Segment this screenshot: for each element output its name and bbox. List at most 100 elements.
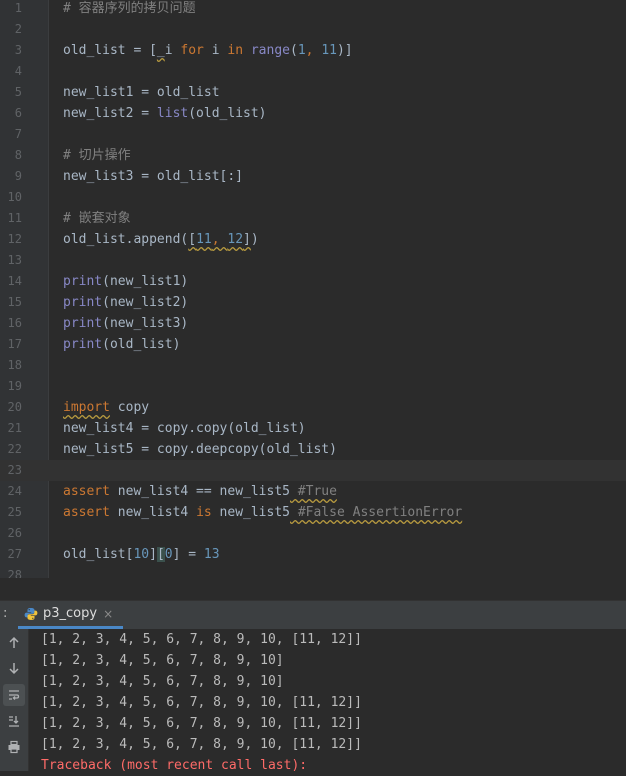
code-line[interactable]: 26 bbox=[0, 523, 626, 544]
code-token: # 切片操作 bbox=[63, 148, 131, 163]
code-line[interactable]: 9 new_list3 = old_list[:] bbox=[0, 166, 626, 187]
code-line[interactable]: 8 # 切片操作 bbox=[0, 145, 626, 166]
code-token: assert bbox=[63, 484, 110, 499]
code-token: )] bbox=[336, 43, 353, 58]
scroll-to-end-icon[interactable] bbox=[3, 710, 25, 732]
up-arrow-icon[interactable] bbox=[3, 632, 25, 654]
code-line[interactable]: 1 # 容器序列的拷贝问题 bbox=[0, 0, 626, 19]
print-icon[interactable] bbox=[3, 736, 25, 758]
code-line[interactable]: 7 bbox=[0, 124, 626, 145]
code-token: (old_list) bbox=[188, 106, 267, 121]
code-token: # 嵌套对象 bbox=[63, 211, 131, 226]
code-token: _ bbox=[156, 43, 165, 58]
code-token: old_list[ bbox=[63, 547, 134, 562]
code-token: (new_list1) bbox=[102, 274, 189, 289]
line-number: 5 bbox=[14, 85, 22, 99]
line-number: 19 bbox=[7, 379, 22, 393]
soft-wrap-icon[interactable] bbox=[3, 684, 25, 706]
line-number: 12 bbox=[7, 232, 22, 246]
code-token: (old_list) bbox=[102, 337, 181, 352]
code-token: , bbox=[305, 43, 322, 58]
line-number: 23 bbox=[7, 463, 22, 477]
code-text: print(new_list3) bbox=[63, 313, 188, 334]
tab-p3-copy[interactable]: p3_copy × bbox=[18, 601, 124, 629]
code-text: new_list2 = list(old_list) bbox=[63, 103, 267, 124]
code-text: print(old_list) bbox=[63, 334, 180, 355]
code-line[interactable]: 15 print(new_list2) bbox=[0, 292, 626, 313]
code-text: print(new_list2) bbox=[63, 292, 188, 313]
code-token: new_list5 bbox=[211, 505, 290, 520]
code-line[interactable]: 22 new_list5 = copy.deepcopy(old_list) bbox=[0, 439, 626, 460]
code-line[interactable]: 27 old_list[10][0] = 13 bbox=[0, 544, 626, 565]
code-line[interactable]: 23 bbox=[0, 460, 626, 481]
code-text: new_list5 = copy.deepcopy(old_list) bbox=[63, 439, 337, 460]
code-line[interactable]: 28 bbox=[0, 565, 626, 578]
code-line[interactable]: 11 # 嵌套对象 bbox=[0, 208, 626, 229]
console-output-line: [1, 2, 3, 4, 5, 6, 7, 8, 9, 10, [11, 12]… bbox=[41, 695, 362, 710]
code-token: [ bbox=[188, 232, 197, 247]
code-text: new_list4 = copy.copy(old_list) bbox=[63, 418, 306, 439]
code-token: print bbox=[63, 274, 103, 289]
console-output-line: [1, 2, 3, 4, 5, 6, 7, 8, 9, 10] bbox=[41, 653, 284, 668]
code-token: 10 bbox=[133, 547, 150, 562]
code-token: 11 bbox=[321, 43, 337, 58]
line-number: 22 bbox=[7, 442, 22, 456]
code-text: new_list1 = old_list bbox=[63, 82, 220, 103]
console-output-line: [1, 2, 3, 4, 5, 6, 7, 8, 9, 10, [11, 12]… bbox=[41, 737, 362, 752]
code-text: print(new_list1) bbox=[63, 271, 188, 292]
code-token: old_list.append( bbox=[63, 232, 189, 247]
python-icon bbox=[24, 607, 38, 620]
line-number: 27 bbox=[7, 547, 22, 561]
code-token: ( bbox=[290, 43, 298, 58]
code-line[interactable]: 20 import copy bbox=[0, 397, 626, 418]
code-token: ] bbox=[149, 547, 157, 562]
console-output-line: [1, 2, 3, 4, 5, 6, 7, 8, 9, 10, [11, 12]… bbox=[41, 632, 362, 647]
code-text: old_list.append([11, 12]) bbox=[63, 229, 259, 250]
line-number: 25 bbox=[7, 505, 22, 519]
line-number: 18 bbox=[7, 358, 22, 372]
code-token: ) bbox=[250, 232, 259, 247]
code-line[interactable]: 19 bbox=[0, 376, 626, 397]
console-output-line: [1, 2, 3, 4, 5, 6, 7, 8, 9, 10, [11, 12]… bbox=[41, 716, 362, 731]
console-output-line: [1, 2, 3, 4, 5, 6, 7, 8, 9, 10] bbox=[41, 674, 284, 689]
line-number: 26 bbox=[7, 526, 22, 540]
close-icon[interactable]: × bbox=[103, 607, 113, 621]
code-line[interactable]: 13 bbox=[0, 250, 626, 271]
line-number: 14 bbox=[7, 274, 22, 288]
code-line[interactable]: 10 bbox=[0, 187, 626, 208]
code-token: new_list5 = copy.deepcopy(old_list) bbox=[63, 442, 337, 457]
code-token: range bbox=[250, 43, 290, 58]
code-token: is bbox=[196, 505, 212, 520]
code-token: 11 bbox=[196, 232, 212, 247]
code-token: assert bbox=[63, 505, 110, 520]
code-line[interactable]: 21 new_list4 = copy.copy(old_list) bbox=[0, 418, 626, 439]
down-arrow-icon[interactable] bbox=[3, 657, 25, 679]
line-number: 24 bbox=[7, 484, 22, 498]
code-text: old_list = [_i for i in range(1, 11)] bbox=[63, 40, 353, 61]
code-line[interactable]: 4 bbox=[0, 61, 626, 82]
code-line[interactable]: 17 print(old_list) bbox=[0, 334, 626, 355]
run-tool-window-header: : p3_copy × bbox=[0, 600, 626, 629]
code-text: old_list[10][0] = 13 bbox=[63, 544, 220, 565]
line-number: 2 bbox=[14, 22, 22, 36]
code-line[interactable]: 12 old_list.append([11, 12]) bbox=[0, 229, 626, 250]
code-editor[interactable]: 1 # 容器序列的拷贝问题 2 3 old_list = [_i for i in ra… bbox=[0, 0, 626, 578]
code-token: i bbox=[164, 43, 181, 58]
code-line[interactable]: 6 new_list2 = list(old_list) bbox=[0, 103, 626, 124]
code-token: # 容器序列的拷贝问题 bbox=[63, 1, 196, 16]
code-line[interactable]: 3 old_list = [_i for i in range(1, 11)] bbox=[0, 40, 626, 61]
code-line[interactable]: 2 bbox=[0, 19, 626, 40]
run-toolbar bbox=[0, 629, 29, 771]
code-token: new_list1 = old_list bbox=[63, 85, 220, 100]
code-text: new_list3 = old_list[:] bbox=[63, 166, 243, 187]
code-line[interactable]: 5 new_list1 = old_list bbox=[0, 82, 626, 103]
code-line[interactable]: 25 assert new_list4 is new_list5 #False A… bbox=[0, 502, 626, 523]
code-token: 1 bbox=[297, 43, 306, 58]
line-number: 4 bbox=[14, 64, 22, 78]
code-token: ] bbox=[243, 232, 251, 247]
code-line[interactable]: 14 print(new_list1) bbox=[0, 271, 626, 292]
code-token: in bbox=[227, 43, 244, 58]
code-line[interactable]: 16 print(new_list3) bbox=[0, 313, 626, 334]
code-line[interactable]: 18 bbox=[0, 355, 626, 376]
code-line[interactable]: 24 assert new_list4 == new_list5 #True bbox=[0, 481, 626, 502]
